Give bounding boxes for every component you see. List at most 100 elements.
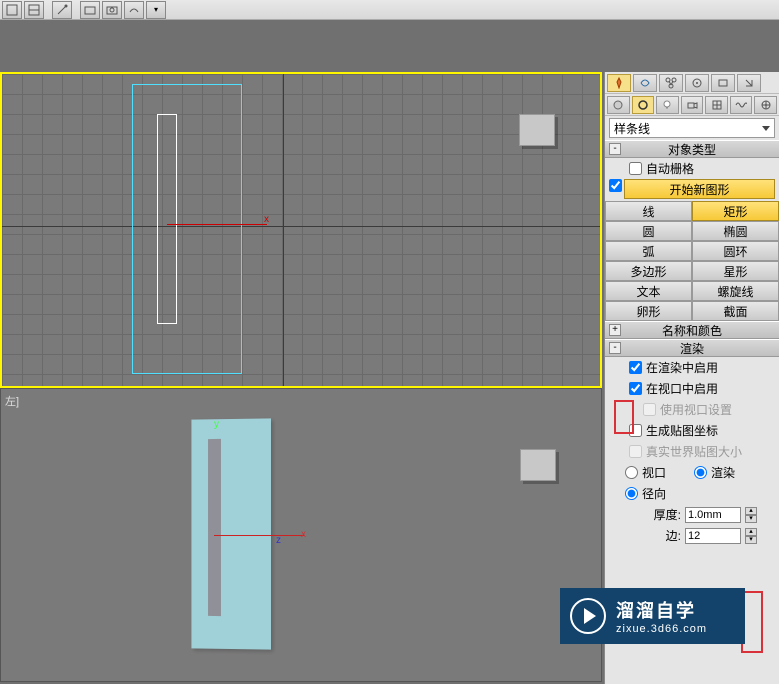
top-toolbar: ▾: [0, 0, 779, 20]
subtype-dropdown[interactable]: 样条线: [609, 118, 775, 138]
button-label: 椭圆: [723, 223, 747, 240]
button-label: 圆环: [723, 243, 747, 260]
rollout-rendering[interactable]: - 渲染: [605, 339, 779, 357]
tool-icon[interactable]: [124, 1, 144, 19]
section-button[interactable]: 截面: [692, 301, 779, 321]
create-tab-icon[interactable]: [607, 74, 631, 92]
helpers-icon[interactable]: [705, 96, 728, 114]
rollout-object-type[interactable]: - 对象类型: [605, 140, 779, 158]
button-label: 卵形: [636, 303, 660, 320]
tool-icon[interactable]: [102, 1, 122, 19]
viewport-radio[interactable]: [625, 466, 638, 479]
button-label: 文本: [636, 283, 660, 300]
button-label: 螺旋线: [717, 283, 753, 300]
spinner-icon[interactable]: ▴▾: [745, 528, 757, 544]
axis-z-label: z: [276, 535, 281, 546]
shape-outer-rect[interactable]: [132, 84, 242, 374]
donut-button[interactable]: 圆环: [692, 241, 779, 261]
radial-radio[interactable]: [625, 487, 638, 500]
sides-label: 边:: [645, 527, 681, 544]
viewport-perspective[interactable]: 左] y z x: [0, 388, 602, 682]
gen-map-coords-label: 生成贴图坐标: [646, 422, 718, 439]
start-new-shape-checkbox[interactable]: [609, 179, 622, 192]
helix-button[interactable]: 螺旋线: [692, 281, 779, 301]
spinner-icon[interactable]: ▴▾: [745, 507, 757, 523]
button-label: 多边形: [630, 263, 666, 280]
render-radio-label: 渲染: [711, 464, 735, 481]
viewport-radio-label: 视口: [642, 464, 666, 481]
axis-h: [2, 226, 600, 227]
systems-icon[interactable]: [754, 96, 777, 114]
display-tab-icon[interactable]: [711, 74, 735, 92]
enable-in-viewport-label: 在视口中启用: [646, 380, 718, 397]
shape-inner-rect[interactable]: [157, 114, 177, 324]
create-category-row: [605, 94, 779, 116]
rollout-title: 对象类型: [668, 141, 716, 158]
axis-v: [283, 74, 284, 386]
egg-button[interactable]: 卵形: [605, 301, 692, 321]
auto-grid-checkbox[interactable]: [629, 162, 642, 175]
sides-input[interactable]: [685, 528, 741, 544]
utilities-tab-icon[interactable]: [737, 74, 761, 92]
text-button[interactable]: 文本: [605, 281, 692, 301]
shapes-icon[interactable]: [632, 96, 655, 114]
button-label: 星形: [723, 263, 747, 280]
arc-button[interactable]: 弧: [605, 241, 692, 261]
axis-x-label: x: [264, 214, 269, 225]
viewcube[interactable]: [520, 449, 556, 481]
circle-button[interactable]: 圆: [605, 221, 692, 241]
rectangle-button[interactable]: 矩形: [692, 201, 779, 221]
button-label: 截面: [723, 303, 747, 320]
button-label: 开始新图形: [669, 181, 729, 198]
tool-icon[interactable]: [24, 1, 44, 19]
hierarchy-tab-icon[interactable]: [659, 74, 683, 92]
shelf-gap: [0, 20, 779, 70]
button-label: 圆: [642, 223, 654, 240]
geometry-icon[interactable]: [607, 96, 630, 114]
rollout-name-color[interactable]: + 名称和颜色: [605, 321, 779, 339]
enable-in-render-checkbox[interactable]: [629, 361, 642, 374]
collapse-icon: -: [609, 143, 621, 155]
rollout-title: 渲染: [680, 340, 704, 357]
axis-x-label: x: [301, 529, 306, 540]
tool-dropdown-icon[interactable]: ▾: [146, 1, 166, 19]
render-radio[interactable]: [694, 466, 707, 479]
viewcube[interactable]: [519, 114, 555, 146]
gizmo-x-axis[interactable]: [214, 535, 304, 536]
star-button[interactable]: 星形: [692, 261, 779, 281]
tool-icon[interactable]: [80, 1, 100, 19]
line-button[interactable]: 线: [605, 201, 692, 221]
panel-tab-row: [605, 72, 779, 94]
start-new-shape-button[interactable]: 开始新图形: [624, 179, 775, 199]
gizmo-x-axis[interactable]: [167, 224, 267, 225]
cameras-icon[interactable]: [681, 96, 704, 114]
real-world-label: 真实世界贴图大小: [646, 443, 742, 460]
dropdown-value: 样条线: [614, 120, 650, 137]
ellipse-button[interactable]: 椭圆: [692, 221, 779, 241]
axis-y-label: y: [214, 419, 219, 430]
shape-button-grid: 线 矩形 圆 椭圆 弧 圆环 多边形 星形 文本 螺旋线 卵形 截面: [605, 201, 779, 321]
tool-icon[interactable]: [52, 1, 72, 19]
thickness-input[interactable]: [685, 507, 741, 523]
polygon-button[interactable]: 多边形: [605, 261, 692, 281]
auto-grid-label: 自动栅格: [646, 160, 694, 177]
tool-icon[interactable]: [2, 1, 22, 19]
motion-tab-icon[interactable]: [685, 74, 709, 92]
modify-tab-icon[interactable]: [633, 74, 657, 92]
lights-icon[interactable]: [656, 96, 679, 114]
spacewarps-icon[interactable]: [730, 96, 753, 114]
use-viewport-settings-label: 使用视口设置: [660, 401, 732, 418]
expand-icon: +: [609, 324, 621, 336]
model-door-slot[interactable]: [208, 439, 221, 616]
watermark-title: 溜溜自学: [616, 597, 707, 623]
model-door[interactable]: [191, 418, 271, 649]
viewport-grid: [2, 74, 600, 386]
watermark: 溜溜自学 zixue.3d66.com: [560, 588, 745, 644]
button-label: 矩形: [723, 203, 747, 220]
thickness-label: 厚度:: [645, 506, 681, 523]
viewport-top[interactable]: x: [0, 72, 602, 388]
gen-map-coords-checkbox[interactable]: [629, 424, 642, 437]
viewport-label: 左]: [5, 393, 19, 409]
enable-in-render-label: 在渲染中启用: [646, 359, 718, 376]
enable-in-viewport-checkbox[interactable]: [629, 382, 642, 395]
